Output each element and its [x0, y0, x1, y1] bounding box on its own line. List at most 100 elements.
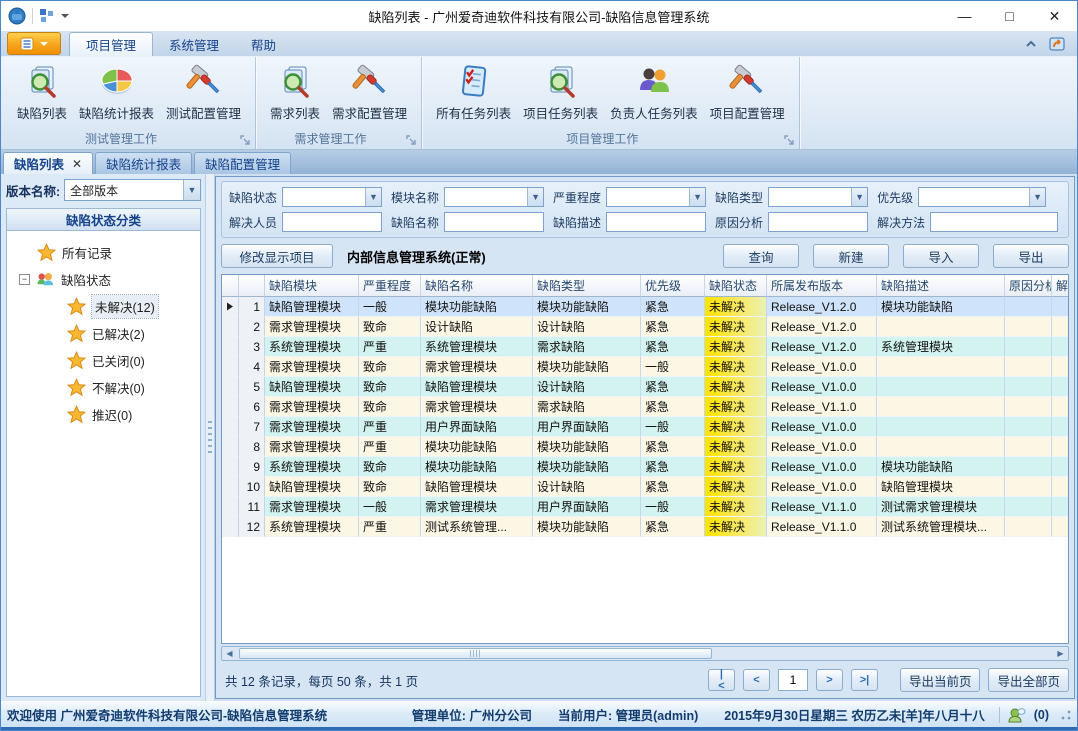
table-row[interactable]: 7需求管理模块严重用户界面缺陷用户界面缺陷一般未解决Release_V1.0.0 — [222, 417, 1068, 437]
document-tab-2[interactable]: 缺陷统计报表 — [95, 152, 192, 174]
last-page-button[interactable]: >| — [851, 669, 878, 691]
launcher-icon[interactable] — [784, 135, 795, 146]
resize-grip[interactable] — [1061, 710, 1071, 720]
close-button[interactable]: ✕ — [1032, 1, 1077, 31]
filter-dropdown[interactable]: ▼ — [444, 187, 544, 207]
ribbon-tab-3[interactable]: 帮助 — [235, 32, 292, 56]
table-row[interactable]: 2需求管理模块致命设计缺陷设计缺陷紧急未解决Release_V1.2.0 — [222, 317, 1068, 337]
table-row[interactable]: 3系统管理模块严重系统管理模块需求缺陷紧急未解决Release_V1.2.0系统… — [222, 337, 1068, 357]
table-cell: 需求缺陷 — [533, 397, 641, 417]
caret-down-icon[interactable] — [61, 13, 69, 19]
column-header[interactable]: 缺陷模块 — [265, 275, 359, 297]
tree-item-status-5[interactable]: 推迟(0) — [7, 401, 200, 428]
application-menu-button[interactable] — [7, 32, 61, 55]
table-row[interactable]: 5缺陷管理模块致命缺陷管理模块设计缺陷紧急未解决Release_V1.0.0 — [222, 377, 1068, 397]
document-tab-3[interactable]: 缺陷配置管理 — [194, 152, 291, 174]
table-cell — [1005, 417, 1052, 437]
horizontal-scrollbar[interactable]: ◀ ▶ — [221, 646, 1069, 661]
launcher-icon[interactable] — [406, 135, 417, 146]
query-button[interactable]: 查询 — [723, 244, 799, 268]
column-header[interactable]: 缺陷状态 — [705, 275, 767, 297]
chevron-down-icon[interactable]: ▼ — [689, 188, 705, 206]
ribbon-help-icon[interactable] — [1049, 35, 1067, 53]
tree-expander-icon[interactable]: − — [19, 274, 30, 285]
minimize-button[interactable]: — — [942, 1, 987, 31]
sidebar-splitter[interactable] — [205, 174, 215, 701]
collapse-ribbon-icon[interactable] — [1023, 38, 1039, 50]
ribbon-button[interactable]: 测试配置管理 — [160, 61, 247, 125]
chevron-down-icon[interactable]: ▼ — [527, 188, 543, 206]
layout-icon[interactable] — [39, 8, 55, 24]
close-tab-icon[interactable]: ✕ — [72, 157, 82, 171]
filter-input[interactable] — [930, 212, 1058, 232]
title-bar: 缺陷列表 - 广州爱奇迪软件科技有限公司-缺陷信息管理系统 —□✕ — [1, 1, 1077, 31]
maximize-button[interactable]: □ — [987, 1, 1032, 31]
launcher-icon[interactable] — [240, 135, 251, 146]
table-row[interactable]: 12系统管理模块严重测试系统管理...模块功能缺陷紧急未解决Release_V1… — [222, 517, 1068, 537]
table-cell: Release_V1.2.0 — [767, 337, 877, 357]
chevron-down-icon[interactable]: ▼ — [183, 180, 200, 200]
tree-item-status-2[interactable]: 已解决(2) — [7, 320, 200, 347]
filter-input[interactable] — [444, 212, 544, 232]
column-header[interactable]: 严重程度 — [359, 275, 421, 297]
column-header[interactable]: 缺陷名称 — [421, 275, 533, 297]
export-current-page-button[interactable]: 导出当前页 — [900, 668, 981, 692]
scrollbar-thumb[interactable] — [239, 648, 712, 659]
prev-page-button[interactable]: < — [743, 669, 770, 691]
tree-item-status-3[interactable]: 已关闭(0) — [7, 347, 200, 374]
ribbon-tab-1[interactable]: 项目管理 — [69, 32, 153, 56]
user-status-icon[interactable] — [1008, 707, 1026, 723]
ribbon-button[interactable]: 负责人任务列表 — [604, 61, 704, 125]
next-page-button[interactable]: > — [816, 669, 843, 691]
filter-dropdown[interactable]: ▼ — [918, 187, 1046, 207]
column-header[interactable]: 优先级 — [641, 275, 705, 297]
column-header[interactable]: 原因分析 — [1005, 275, 1052, 297]
table-row[interactable]: 10缺陷管理模块致命缺陷管理模块设计缺陷紧急未解决Release_V1.0.0缺… — [222, 477, 1068, 497]
ribbon-tab-2[interactable]: 系统管理 — [153, 32, 235, 56]
ribbon-button[interactable]: 缺陷列表 — [11, 61, 73, 125]
export-all-pages-button[interactable]: 导出全部页 — [988, 668, 1069, 692]
ribbon-button-label: 需求列表 — [270, 103, 320, 122]
filter-input[interactable] — [606, 212, 706, 232]
table-row[interactable]: 1缺陷管理模块一般模块功能缺陷模块功能缺陷紧急未解决Release_V1.2.0… — [222, 297, 1068, 317]
table-row[interactable]: 11需求管理模块一般需求管理模块用户界面缺陷一般未解决Release_V1.1.… — [222, 497, 1068, 517]
scrollbar-track[interactable] — [237, 647, 1053, 660]
scroll-right-icon[interactable]: ▶ — [1053, 647, 1068, 660]
ribbon-button[interactable]: 需求列表 — [264, 61, 326, 125]
table-row[interactable]: 4需求管理模块致命需求管理模块模块功能缺陷一般未解决Release_V1.0.0 — [222, 357, 1068, 377]
first-page-button[interactable]: |< — [708, 669, 735, 691]
tree-item-status-4[interactable]: 不解决(0) — [7, 374, 200, 401]
table-row[interactable]: 8需求管理模块严重模块功能缺陷模块功能缺陷紧急未解决Release_V1.0.0 — [222, 437, 1068, 457]
filter-input[interactable] — [768, 212, 868, 232]
tree-item-all-records[interactable]: 所有记录 — [7, 239, 200, 266]
ribbon-button[interactable]: 项目任务列表 — [517, 61, 604, 125]
tree-item-defect-status[interactable]: −缺陷状态 — [7, 266, 200, 293]
modify-display-button[interactable]: 修改显示项目 — [221, 244, 333, 268]
ribbon-button[interactable]: 缺陷统计报表 — [73, 61, 160, 125]
tree-item-status-1[interactable]: 未解决(12) — [7, 293, 200, 320]
export-button[interactable]: 导出 — [993, 244, 1069, 268]
chevron-down-icon[interactable]: ▼ — [1029, 188, 1045, 206]
ribbon-button[interactable]: 项目配置管理 — [704, 61, 791, 125]
ribbon-button[interactable]: 需求配置管理 — [326, 61, 413, 125]
table-row[interactable]: 6需求管理模块致命需求管理模块需求缺陷紧急未解决Release_V1.1.0 — [222, 397, 1068, 417]
chevron-down-icon[interactable]: ▼ — [851, 188, 867, 206]
document-tab-1[interactable]: 缺陷列表✕ — [3, 152, 93, 174]
column-header[interactable]: 缺陷类型 — [533, 275, 641, 297]
new-button[interactable]: 新建 — [813, 244, 889, 268]
page-number-input[interactable] — [778, 669, 808, 691]
import-button[interactable]: 导入 — [903, 244, 979, 268]
ribbon-button[interactable]: 所有任务列表 — [430, 61, 517, 125]
column-header[interactable]: 所属发布版本 — [767, 275, 877, 297]
table-row[interactable]: 9系统管理模块致命模块功能缺陷模块功能缺陷紧急未解决Release_V1.0.0… — [222, 457, 1068, 477]
version-combobox[interactable]: 全部版本 ▼ — [64, 179, 201, 201]
filter-dropdown[interactable]: ▼ — [282, 187, 382, 207]
column-header[interactable]: 解决方法 — [1052, 275, 1069, 297]
column-header[interactable]: 缺陷描述 — [877, 275, 1005, 297]
filter-dropdown[interactable]: ▼ — [606, 187, 706, 207]
filter-dropdown[interactable]: ▼ — [768, 187, 868, 207]
tree-header: 缺陷状态分类 — [6, 208, 201, 231]
chevron-down-icon[interactable]: ▼ — [365, 188, 381, 206]
filter-input[interactable] — [282, 212, 382, 232]
scroll-left-icon[interactable]: ◀ — [222, 647, 237, 660]
